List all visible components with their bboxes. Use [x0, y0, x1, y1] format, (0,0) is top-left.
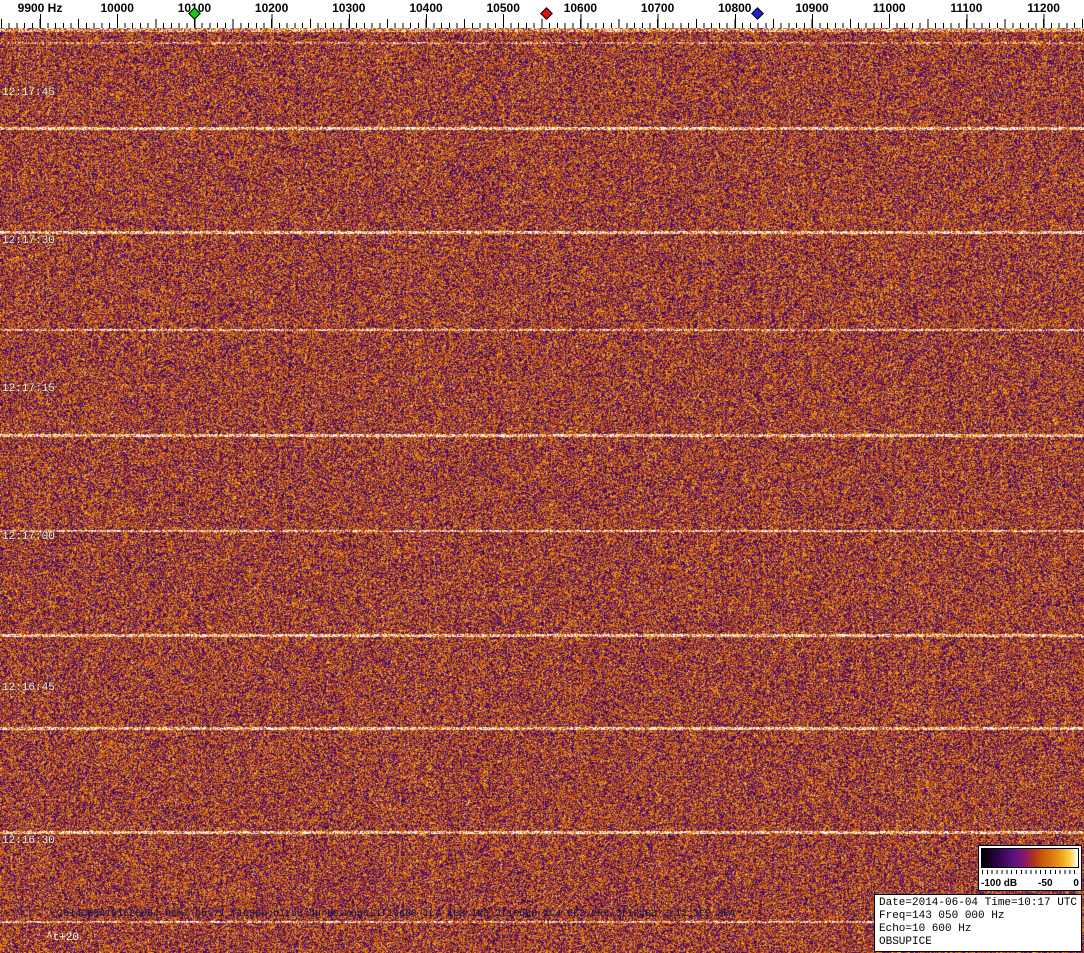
- info-echo-line: Echo=10 600 Hz: [879, 923, 1077, 936]
- colorbar-labels: -100 dB -50 0: [981, 878, 1079, 889]
- legend-label-mid: -50: [1038, 878, 1052, 889]
- info-date-line: Date=2014-06-04 Time=10:17 UTC: [879, 897, 1077, 910]
- ruler-label-10400: 10400: [391, 1, 461, 15]
- ruler-label-9900: 9900 Hz: [5, 1, 75, 15]
- legend-label-min: -100 dB: [981, 878, 1017, 889]
- ruler-label-10200: 10200: [237, 1, 307, 15]
- colorbar-legend: -100 dB -50 0: [978, 845, 1082, 891]
- ruler-label-10600: 10600: [545, 1, 615, 15]
- ruler-label-10300: 10300: [314, 1, 384, 15]
- info-box: Date=2014-06-04 Time=10:17 UTC Freq=143 …: [874, 894, 1082, 952]
- info-freq-line: Freq=143 050 000 Hz: [879, 910, 1077, 923]
- frequency-ruler: 9900 Hz100001010010200103001040010500106…: [0, 0, 1084, 28]
- spectrogram-canvas: [0, 28, 1084, 953]
- ruler-label-11000: 11000: [854, 1, 924, 15]
- ruler-label-10000: 10000: [82, 1, 152, 15]
- colorbar-gradient: [981, 848, 1079, 868]
- info-station-line: OBSUPICE: [879, 936, 1077, 949]
- colorbar-ticks: [982, 870, 1078, 874]
- ruler-label-11100: 11100: [931, 1, 1001, 15]
- ruler-label-10700: 10700: [623, 1, 693, 15]
- ruler-label-10500: 10500: [468, 1, 538, 15]
- legend-label-max: 0: [1073, 878, 1079, 889]
- ruler-label-10900: 10900: [777, 1, 847, 15]
- meteor-spectrogram-app: 9900 Hz100001010010200103001040010500106…: [0, 0, 1084, 953]
- ruler-label-11200: 11200: [1009, 1, 1079, 15]
